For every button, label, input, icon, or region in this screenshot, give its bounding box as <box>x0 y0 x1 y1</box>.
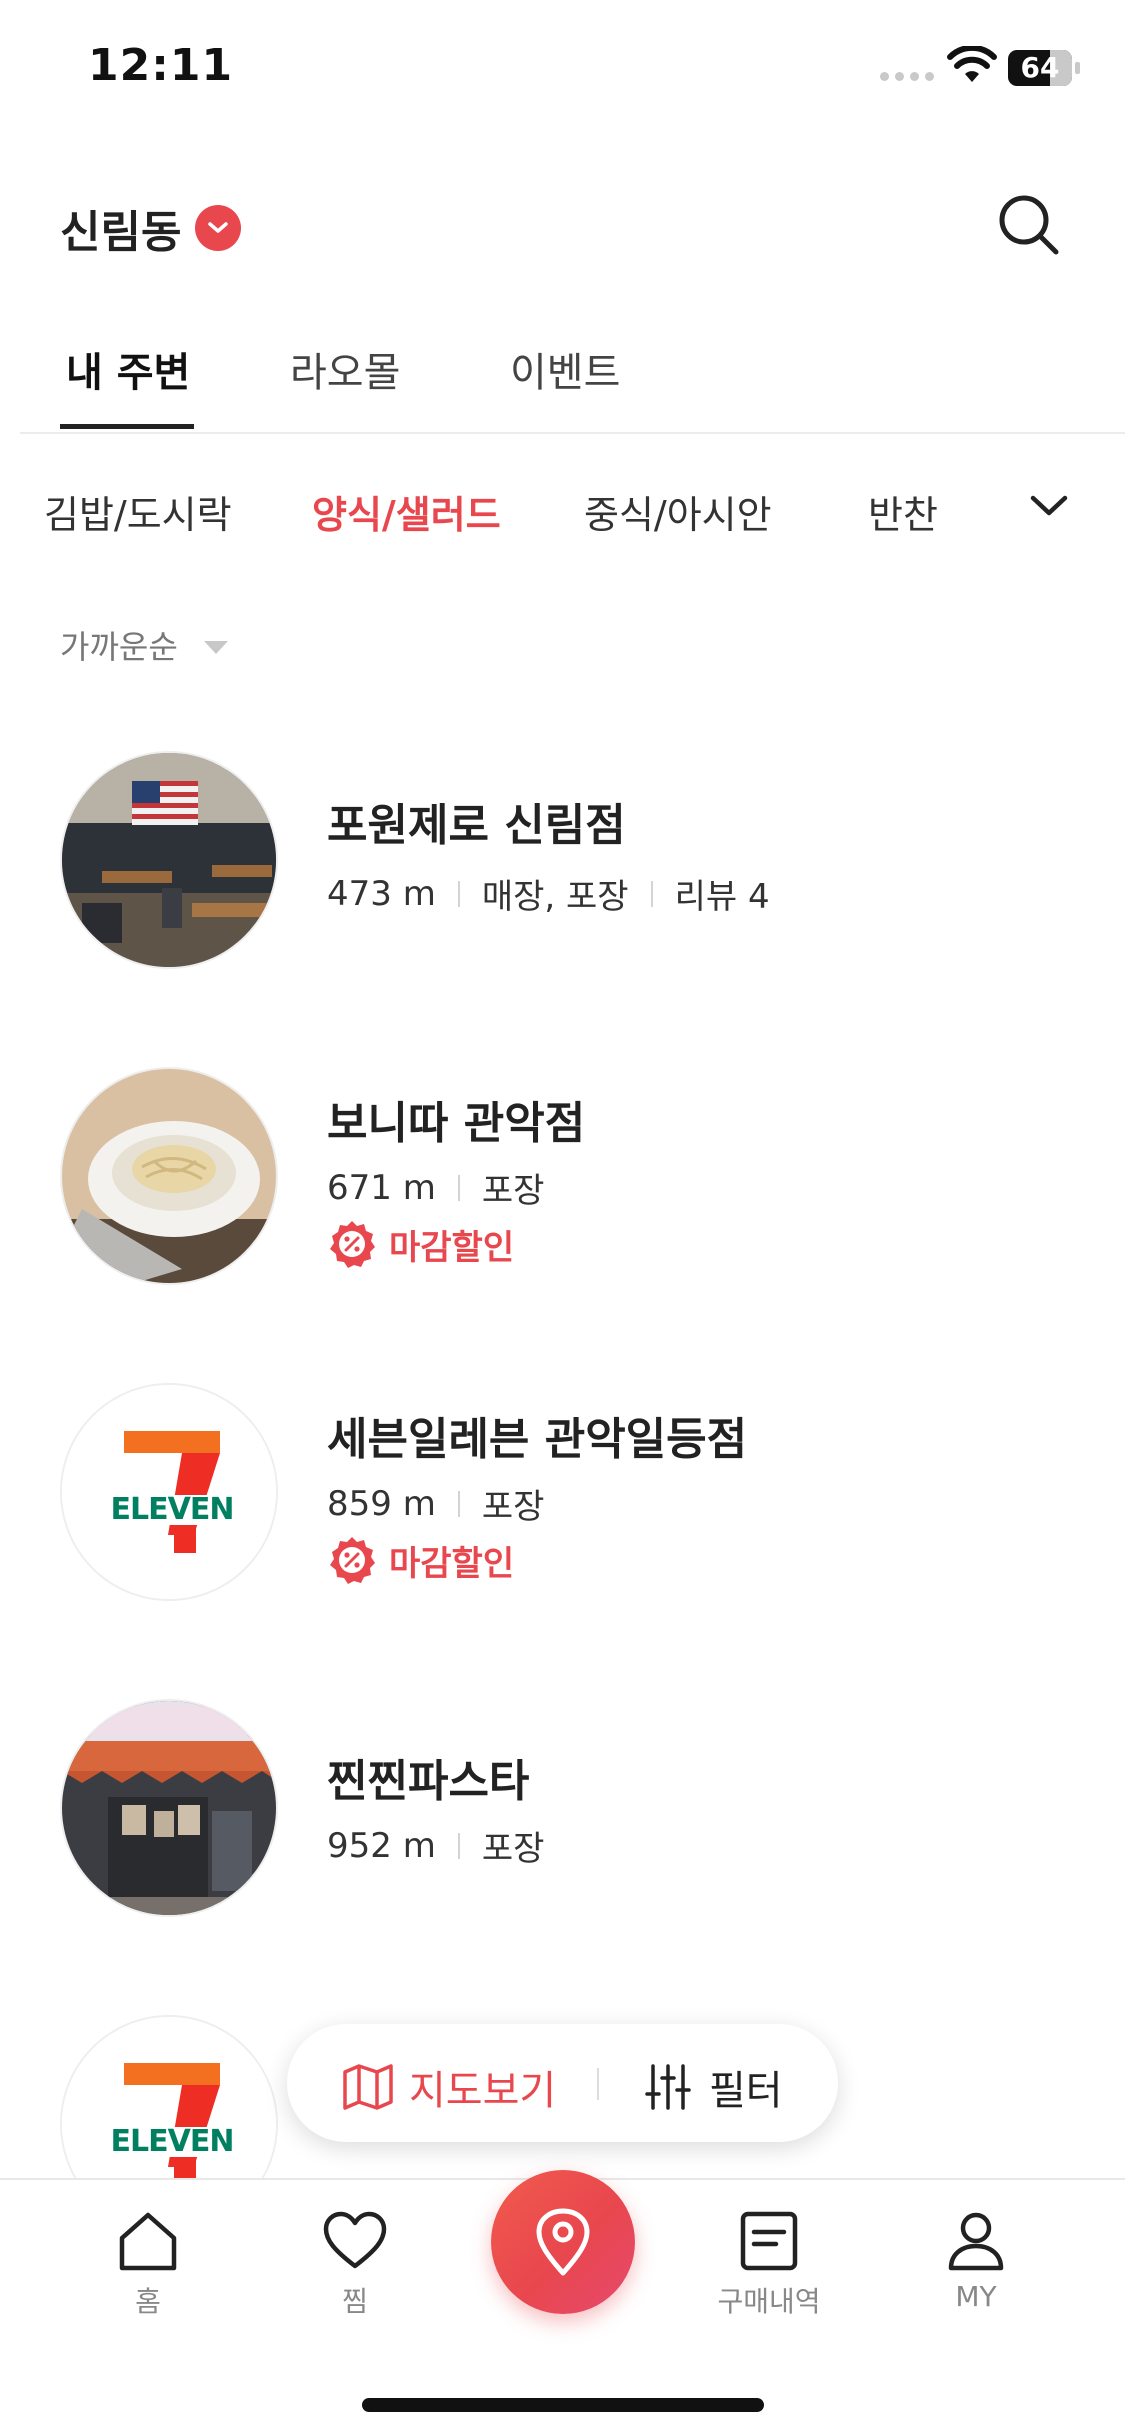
store-thumbnail <box>60 1699 278 1917</box>
nav-nearby-button[interactable] <box>491 2170 635 2314</box>
store-meta: 952 m 포장 <box>327 1821 544 1870</box>
nav-favorites-label: 찜 <box>342 2285 368 2318</box>
discount-icon <box>330 1537 375 1584</box>
store-item[interactable]: 포원제로 신림점 473 m 매장, 포장 리뷰 4 <box>0 751 1125 991</box>
svg-text:ELEVEN: ELEVEN <box>111 2124 234 2159</box>
tab-nearby[interactable]: 내 주변 <box>66 340 190 398</box>
store-service: 포장 <box>481 1171 545 1211</box>
separator <box>457 1174 460 1201</box>
status-bar: 12:11 64 <box>0 0 1125 140</box>
filter-button[interactable]: 필터 <box>645 2058 783 2116</box>
svg-text:ELEVEN: ELEVEN <box>111 1492 234 1527</box>
nav-home-label: 홈 <box>135 2285 161 2318</box>
nav-orders[interactable]: 구매내역 <box>699 2210 839 2320</box>
map-filter-pill: 지도보기 필터 <box>287 2024 838 2142</box>
map-icon <box>343 2064 393 2110</box>
discount-label: 마감할인 <box>389 1227 515 1268</box>
store-thumbnail <box>60 1067 278 1285</box>
category-chinese-asian[interactable]: 중식/아시안 <box>584 484 772 539</box>
store-thumbnail: ELEVEN <box>60 1383 278 1601</box>
store-distance: 671 m <box>327 1167 436 1208</box>
restaurant-photo <box>62 753 276 967</box>
store-distance: 952 m <box>327 1825 436 1866</box>
filter-sliders-icon <box>645 2064 691 2110</box>
store-name: 세븐일레븐 관악일등점 <box>327 1414 748 1465</box>
store-distance: 859 m <box>327 1483 436 1524</box>
store-item[interactable]: 보니따 관악점 671 m 포장 마감할인 <box>0 1067 1125 1307</box>
nav-my[interactable]: MY <box>906 2210 1046 2313</box>
discount-label: 마감할인 <box>389 1543 515 1584</box>
receipt-icon <box>740 2211 798 2271</box>
store-item[interactable]: 찐찐파스타 952 m 포장 <box>0 1699 1125 1939</box>
battery-icon: 64 <box>1008 50 1072 86</box>
nav-orders-label: 구매내역 <box>717 2285 821 2318</box>
caret-down-icon <box>203 640 228 654</box>
battery-level: 64 <box>1020 51 1060 84</box>
store-distance: 473 m <box>327 873 436 914</box>
store-item[interactable]: ELEVEN 세븐일레븐 관악일등점 859 m 포장 마감할인 <box>0 1383 1125 1623</box>
nav-home[interactable]: 홈 <box>78 2210 218 2320</box>
map-view-button[interactable]: 지도보기 <box>341 2058 556 2116</box>
map-view-label: 지도보기 <box>409 2068 557 2114</box>
user-icon <box>948 2212 1004 2271</box>
battery-cap <box>1075 62 1080 74</box>
tab-event[interactable]: 이벤트 <box>510 340 620 398</box>
home-icon <box>119 2212 177 2271</box>
store-review: 리뷰 4 <box>674 877 770 917</box>
discount-badge: 마감할인 <box>327 1535 514 1585</box>
store-name: 찐찐파스타 <box>327 1756 530 1807</box>
store-name: 보니따 관악점 <box>327 1098 586 1149</box>
storefront-photo <box>62 1701 276 1915</box>
chevron-down-icon <box>195 205 242 251</box>
category-western-salad[interactable]: 양식/샐러드 <box>312 484 501 539</box>
location-label: 신림동 <box>60 207 182 258</box>
sort-label: 가까운순 <box>60 628 178 666</box>
pasta-photo <box>62 1069 276 1283</box>
category-kimbap-dosirak[interactable]: 김밥/도시락 <box>44 484 232 539</box>
separator <box>457 1490 460 1517</box>
store-thumbnail <box>60 751 278 969</box>
store-meta: 473 m 매장, 포장 리뷰 4 <box>327 869 770 918</box>
chevron-down-icon[interactable] <box>1024 486 1074 526</box>
wifi-icon <box>947 46 997 82</box>
location-selector[interactable]: 신림동 <box>60 196 242 260</box>
store-service: 포장 <box>481 1487 545 1527</box>
filter-label: 필터 <box>709 2068 783 2114</box>
cellular-signal-icon <box>880 72 934 81</box>
sort-selector[interactable]: 가까운순 <box>60 622 228 668</box>
store-service: 포장 <box>481 1829 545 1869</box>
store-meta: 671 m 포장 <box>327 1163 544 1212</box>
separator <box>457 880 460 907</box>
separator <box>597 2068 599 2100</box>
discount-badge: 마감할인 <box>327 1219 514 1269</box>
nav-favorites[interactable]: 찜 <box>285 2210 425 2320</box>
category-side-dish[interactable]: 반찬 <box>868 484 938 539</box>
discount-icon <box>330 1221 375 1268</box>
active-tab-indicator <box>60 424 194 429</box>
seven-eleven-logo: ELEVEN <box>62 1385 276 1599</box>
status-time: 12:11 <box>88 40 234 91</box>
tab-laomall[interactable]: 라오몰 <box>290 340 400 398</box>
nav-my-label: MY <box>955 2280 997 2313</box>
store-name: 포원제로 신림점 <box>327 800 626 851</box>
search-icon[interactable] <box>994 190 1064 260</box>
separator <box>457 1832 460 1859</box>
top-tabs: 내 주변 라오몰 이벤트 <box>0 330 1125 434</box>
divider <box>20 432 1125 434</box>
heart-icon <box>323 2211 387 2269</box>
store-meta: 859 m 포장 <box>327 1479 544 1528</box>
separator <box>650 880 653 907</box>
home-indicator <box>362 2398 764 2412</box>
store-service: 매장, 포장 <box>481 877 629 917</box>
location-pin-icon <box>536 2208 590 2276</box>
